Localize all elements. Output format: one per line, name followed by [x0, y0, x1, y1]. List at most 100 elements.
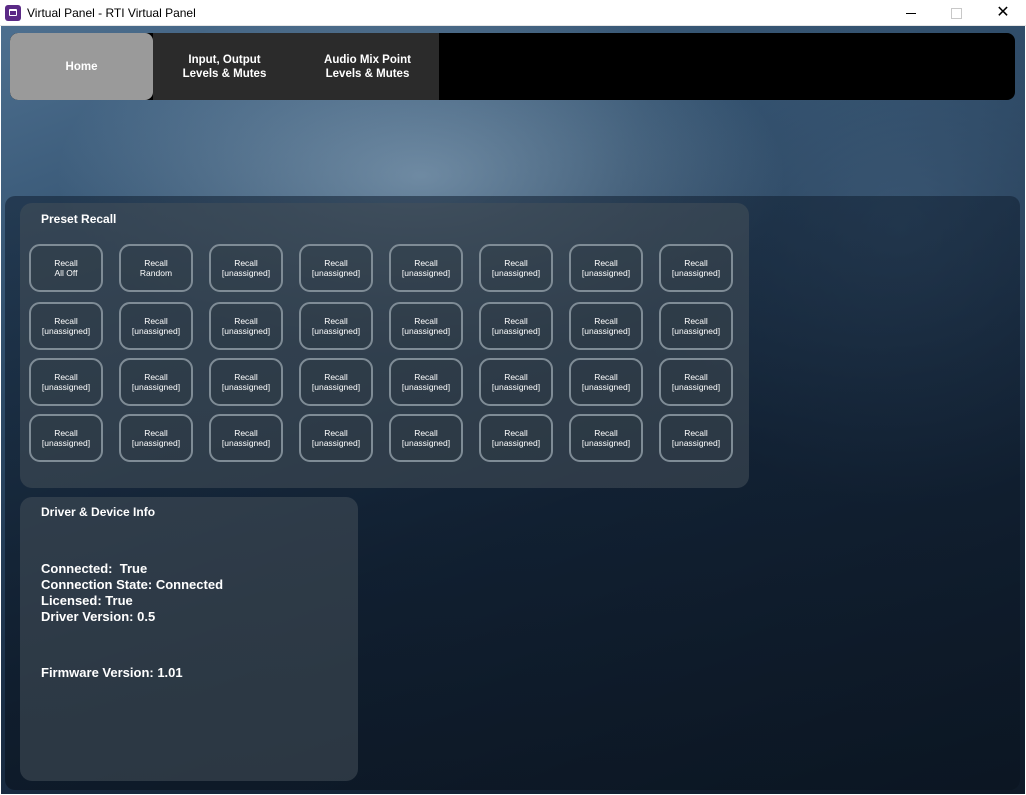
preset-recall-title: Preset Recall	[41, 212, 117, 226]
preset-recall-button[interactable]: Recall [unassigned]	[389, 302, 463, 350]
preset-recall-button[interactable]: Recall [unassigned]	[29, 302, 103, 350]
preset-recall-button[interactable]: Recall [unassigned]	[119, 302, 193, 350]
tab-label-line1: Audio Mix Point	[324, 53, 411, 66]
preset-recall-button[interactable]: Recall [unassigned]	[29, 358, 103, 406]
preset-button-label-line2: Random	[139, 268, 173, 278]
preset-button-label-line1: Recall	[414, 258, 438, 268]
preset-recall-button[interactable]: Recall [unassigned]	[119, 358, 193, 406]
tab-home-label: Home	[65, 60, 98, 73]
preset-recall-button[interactable]: Recall [unassigned]	[299, 414, 373, 462]
preset-recall-button[interactable]: Recall [unassigned]	[569, 244, 643, 292]
preset-button-label-line2: [unassigned]	[491, 438, 541, 448]
preset-recall-button[interactable]: Recall [unassigned]	[29, 414, 103, 462]
driver-version: Driver Version: 0.5	[41, 609, 156, 624]
driver-device-info-title: Driver & Device Info	[41, 505, 156, 519]
close-button[interactable]: ✕	[980, 0, 1026, 26]
preset-button-label-line2: [unassigned]	[401, 326, 451, 336]
preset-button-label-line1: Recall	[414, 428, 438, 438]
preset-recall-button[interactable]: Recall [unassigned]	[389, 244, 463, 292]
preset-button-label-line1: Recall	[594, 428, 618, 438]
preset-recall-button[interactable]: Recall [unassigned]	[209, 302, 283, 350]
preset-recall-button[interactable]: Recall [unassigned]	[209, 414, 283, 462]
preset-recall-button[interactable]: Recall [unassigned]	[299, 358, 373, 406]
preset-button-label-line2: [unassigned]	[311, 326, 361, 336]
preset-button-label-line1: Recall	[414, 372, 438, 382]
preset-button-label-line1: Recall	[414, 316, 438, 326]
preset-button-label-line1: Recall	[234, 428, 258, 438]
nav-bar: Home Input, Output Levels & Mutes Audio …	[10, 33, 1015, 100]
preset-button-label-line2: [unassigned]	[221, 326, 271, 336]
preset-button-label-line2: [unassigned]	[491, 268, 541, 278]
preset-recall-button[interactable]: Recall [unassigned]	[659, 302, 733, 350]
preset-button-label-line1: Recall	[504, 316, 528, 326]
preset-button-label-line2: [unassigned]	[131, 326, 181, 336]
preset-button-label-line2: [unassigned]	[401, 268, 451, 278]
preset-recall-button[interactable]: Recall [unassigned]	[569, 302, 643, 350]
preset-button-label-line2: [unassigned]	[671, 382, 721, 392]
preset-recall-button[interactable]: Recall [unassigned]	[659, 414, 733, 462]
preset-button-label-line1: Recall	[234, 258, 258, 268]
preset-button-label-line1: Recall	[684, 316, 708, 326]
preset-button-label-line1: Recall	[324, 372, 348, 382]
preset-button-label-line1: Recall	[684, 372, 708, 382]
preset-button-label-line1: Recall	[504, 372, 528, 382]
tab-home[interactable]: Home	[10, 33, 153, 100]
connected-status: Connected: True	[41, 561, 148, 576]
preset-recall-card: Preset Recall Recall All Off Recall Random R…	[20, 203, 749, 488]
preset-button-label-line2: [unassigned]	[581, 268, 631, 278]
tab-label-line1: Input, Output	[188, 53, 261, 66]
preset-recall-button[interactable]: Recall [unassigned]	[209, 244, 283, 292]
preset-recall-button[interactable]: Recall All Off	[29, 244, 103, 292]
tab-input-output-levels-mutes[interactable]: Input, Output Levels & Mutes	[153, 33, 296, 100]
preset-recall-button[interactable]: Recall [unassigned]	[479, 302, 553, 350]
preset-button-label-line1: Recall	[684, 428, 708, 438]
window-title: Virtual Panel - RTI Virtual Panel	[27, 6, 196, 20]
preset-button-label-line1: Recall	[54, 316, 78, 326]
maximize-button[interactable]	[934, 0, 980, 26]
preset-button-label-line1: Recall	[594, 372, 618, 382]
preset-recall-button[interactable]: Recall Random	[119, 244, 193, 292]
preset-button-label-line2: [unassigned]	[221, 438, 271, 448]
preset-recall-button[interactable]: Recall [unassigned]	[299, 244, 373, 292]
preset-recall-button[interactable]: Recall [unassigned]	[389, 414, 463, 462]
preset-recall-button[interactable]: Recall [unassigned]	[479, 414, 553, 462]
preset-button-label-line2: [unassigned]	[221, 268, 271, 278]
preset-recall-button[interactable]: Recall [unassigned]	[659, 244, 733, 292]
preset-button-label-line1: Recall	[144, 316, 168, 326]
minimize-button[interactable]	[888, 0, 934, 26]
preset-button-label-line1: Recall	[684, 258, 708, 268]
virtual-panel: Home Input, Output Levels & Mutes Audio …	[1, 26, 1025, 794]
preset-button-label-line2: [unassigned]	[491, 382, 541, 392]
app-icon	[5, 5, 21, 21]
preset-button-label-line1: Recall	[144, 428, 168, 438]
preset-recall-button[interactable]: Recall [unassigned]	[389, 358, 463, 406]
preset-button-label-line1: Recall	[234, 316, 258, 326]
preset-button-label-line2: [unassigned]	[311, 382, 361, 392]
tab-label-line2: Levels & Mutes	[182, 67, 267, 80]
preset-recall-button[interactable]: Recall [unassigned]	[119, 414, 193, 462]
preset-recall-button[interactable]: Recall [unassigned]	[569, 358, 643, 406]
preset-button-label-line1: Recall	[324, 258, 348, 268]
preset-button-label-line1: Recall	[234, 372, 258, 382]
preset-button-label-line1: Recall	[594, 316, 618, 326]
preset-button-label-line2: [unassigned]	[671, 326, 721, 336]
preset-button-label-line2: [unassigned]	[581, 438, 631, 448]
driver-device-info-card: Driver & Device Info Connected: True Con…	[20, 497, 358, 781]
preset-recall-button[interactable]: Recall [unassigned]	[659, 358, 733, 406]
connection-state: Connection State: Connected	[41, 577, 224, 592]
preset-button-label-line1: Recall	[144, 372, 168, 382]
preset-button-label-line1: Recall	[504, 428, 528, 438]
preset-button-label-line2: [unassigned]	[311, 438, 361, 448]
preset-button-label-line2: [unassigned]	[131, 438, 181, 448]
preset-recall-button[interactable]: Recall [unassigned]	[479, 244, 553, 292]
preset-button-label-line1: Recall	[54, 258, 78, 268]
preset-button-label-line1: Recall	[504, 258, 528, 268]
tab-audio-mix-point-levels-mutes[interactable]: Audio Mix Point Levels & Mutes	[296, 33, 439, 100]
preset-recall-button[interactable]: Recall [unassigned]	[569, 414, 643, 462]
preset-recall-button[interactable]: Recall [unassigned]	[209, 358, 283, 406]
tab-label-line2: Levels & Mutes	[325, 67, 410, 80]
preset-recall-button[interactable]: Recall [unassigned]	[299, 302, 373, 350]
preset-recall-button[interactable]: Recall [unassigned]	[479, 358, 553, 406]
firmware-version: Firmware Version: 1.01	[41, 665, 183, 680]
licensed-status: Licensed: True	[41, 593, 133, 608]
